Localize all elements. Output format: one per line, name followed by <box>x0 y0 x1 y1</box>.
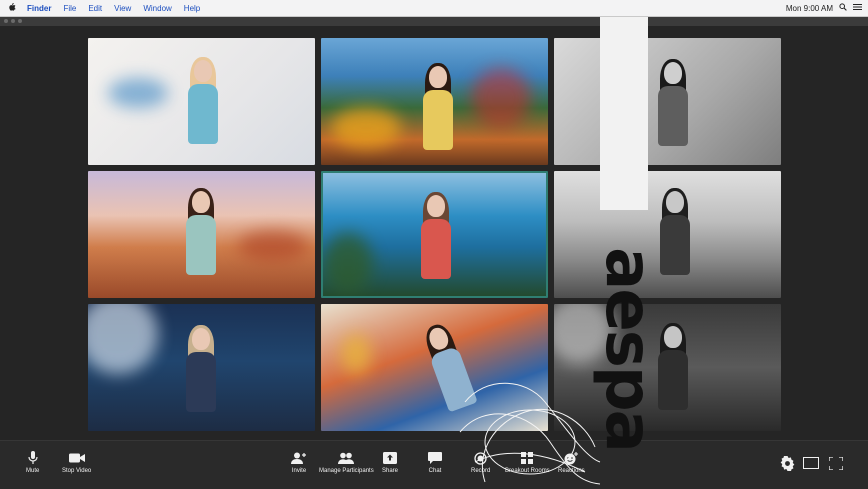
mute-label: Mute <box>26 468 40 474</box>
participant-figure <box>419 63 455 154</box>
participant-figure <box>654 59 690 150</box>
participant-figure <box>417 192 453 283</box>
video-tile[interactable] <box>88 38 315 165</box>
window-close-button[interactable] <box>4 19 8 23</box>
menu-edit[interactable]: Edit <box>82 4 108 13</box>
window-minimize-button[interactable] <box>11 19 15 23</box>
stop-video-button[interactable]: Stop Video <box>62 451 91 474</box>
share-icon <box>383 451 397 465</box>
tile-background <box>323 233 373 293</box>
share-label: Share <box>382 468 399 474</box>
video-tile-active-speaker[interactable] <box>321 171 548 298</box>
gallery-view-icon[interactable] <box>803 457 819 469</box>
mac-menubar: Finder File Edit View Window Help Mon 9:… <box>0 0 868 17</box>
participant-figure <box>182 188 218 279</box>
chat-label: Chat <box>428 468 442 474</box>
participant-figure <box>184 57 220 148</box>
menu-window[interactable]: Window <box>137 4 177 13</box>
overlay-line-art <box>459 382 601 485</box>
fullscreen-icon[interactable] <box>828 456 844 475</box>
invite-label: Invite <box>291 468 307 474</box>
participants-icon <box>338 451 355 465</box>
menu-file[interactable]: File <box>57 4 82 13</box>
video-tile[interactable] <box>554 171 781 298</box>
manage-participants-label: Manage Participants <box>319 468 374 474</box>
tile-background <box>341 334 371 374</box>
menubar-clock[interactable]: Mon 9:00 AM <box>786 4 833 13</box>
manage-participants-button[interactable]: Manage Participants <box>319 451 374 474</box>
video-tile[interactable] <box>88 171 315 298</box>
tile-background <box>238 231 308 261</box>
video-tile[interactable] <box>88 304 315 431</box>
video-tile[interactable] <box>321 38 548 165</box>
chat-icon <box>428 451 442 465</box>
chat-button[interactable]: Chat <box>428 451 442 474</box>
apple-icon[interactable] <box>8 3 16 12</box>
menu-view[interactable]: View <box>108 4 137 13</box>
tile-background <box>108 78 168 108</box>
tile-background <box>88 304 158 374</box>
settings-gear-icon[interactable] <box>780 455 795 476</box>
video-tile[interactable] <box>554 38 781 165</box>
list-icon[interactable] <box>853 3 862 13</box>
overlay-wordmark: aespa <box>591 210 665 488</box>
participant-figure <box>182 325 218 416</box>
microphone-icon <box>28 451 38 465</box>
menu-help[interactable]: Help <box>178 4 206 13</box>
invite-button[interactable]: Invite <box>291 451 307 474</box>
search-icon[interactable] <box>839 3 847 13</box>
tile-background <box>331 108 401 148</box>
video-gallery <box>0 26 868 440</box>
window-titlebar <box>0 16 868 26</box>
mute-button[interactable]: Mute <box>26 451 39 474</box>
video-camera-icon <box>68 451 85 465</box>
tile-background <box>471 68 531 128</box>
overlay-white-strip <box>600 0 648 210</box>
invite-icon <box>291 451 307 465</box>
meeting-toolbar: Mute Stop Video Invite Manage Participan… <box>0 440 868 489</box>
window-zoom-button[interactable] <box>18 19 22 23</box>
stop-video-label: Stop Video <box>62 468 92 474</box>
share-button[interactable]: Share <box>382 451 398 474</box>
